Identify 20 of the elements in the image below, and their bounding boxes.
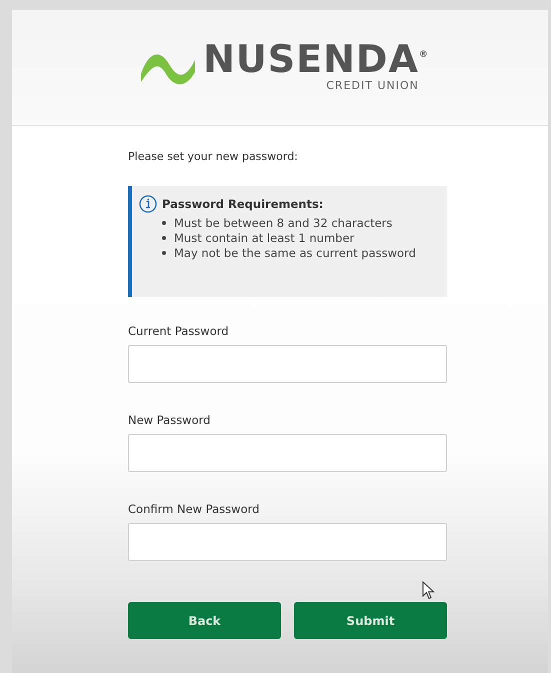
bullet-icon [162,236,166,240]
cursor-icon [422,581,435,600]
bullet-icon [162,221,166,225]
requirement-text: Must contain at least 1 number [174,231,354,245]
brand-wordmark: NUSENDA$^{®}$ [203,39,429,79]
password-field[interactable] [128,345,447,383]
field-label: Current Password [128,324,230,338]
instruction-text: Please set your new password: [128,150,299,163]
password-field[interactable] [128,434,447,472]
field-label: Confirm New Password [128,502,260,516]
submit-button[interactable]: Submit [294,602,447,639]
requirement-text: Must be between 8 and 32 characters [174,216,392,230]
back-button[interactable]: Back [128,602,281,639]
brand-tagline: CREDIT UNION [326,79,419,92]
requirement-text: May not be the same as current password [174,246,416,260]
field-label: New Password [128,413,212,427]
info-icon [139,195,157,213]
bullet-icon [162,251,166,255]
password-field[interactable] [128,523,447,561]
requirements-title: Password Requirements: [162,197,324,211]
